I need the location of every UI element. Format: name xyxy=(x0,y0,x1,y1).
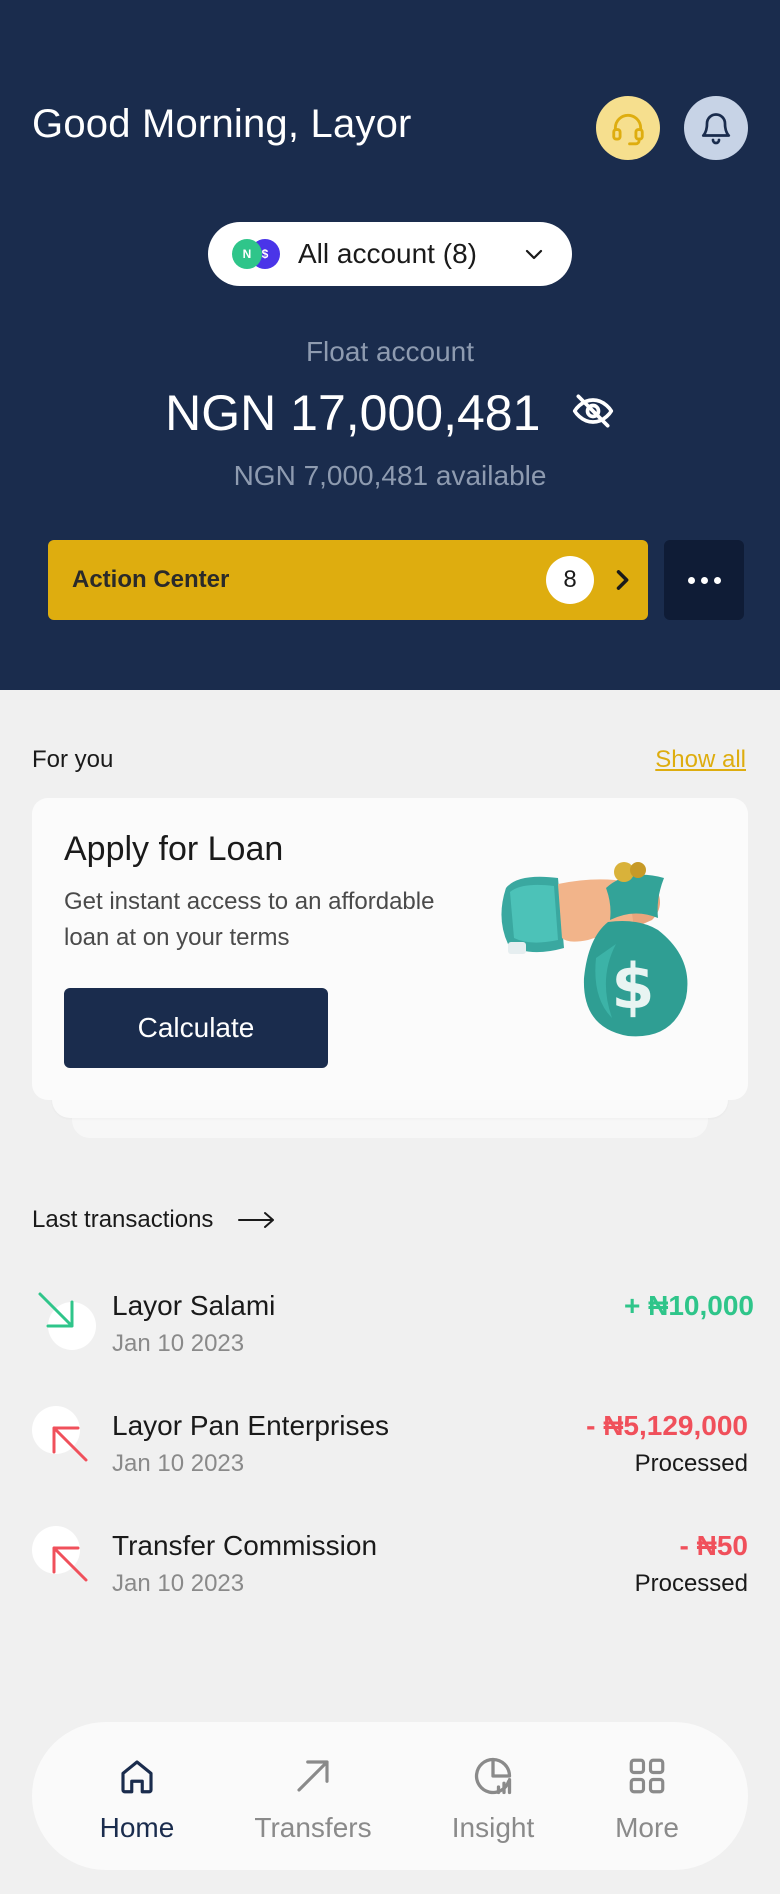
action-center-count: 8 xyxy=(546,556,594,604)
nav-home[interactable]: Home xyxy=(62,1722,212,1870)
bell-icon xyxy=(701,113,731,145)
transaction-name: Layor Pan Enterprises xyxy=(112,1410,390,1441)
account-selector[interactable]: N $ All account (8) xyxy=(208,222,572,286)
balance-amount: NGN 17,000,481 xyxy=(165,385,541,441)
transaction-amount: + ₦10,000 xyxy=(624,1290,754,1321)
incoming-arrow-icon xyxy=(32,1286,96,1350)
greeting: Good Morning, Layor xyxy=(32,102,412,146)
transaction-row[interactable]: Layor Salami Jan 10 2023 + ₦10,000 xyxy=(0,1286,780,1376)
transaction-status: Processed xyxy=(634,1450,748,1477)
more-options-button[interactable] xyxy=(664,540,744,620)
chevron-down-icon xyxy=(525,249,543,260)
nav-more[interactable]: More xyxy=(572,1722,722,1870)
svg-text:$: $ xyxy=(611,950,654,1023)
transaction-date: Jan 10 2023 xyxy=(112,1570,245,1597)
last-transactions-title: Last transactions xyxy=(32,1206,214,1233)
loan-card-title: Apply for Loan xyxy=(64,830,284,868)
loan-card[interactable]: Apply for Loan Get instant access to an … xyxy=(32,798,748,1100)
transaction-name: Layor Salami xyxy=(112,1290,276,1321)
loan-card-description: Get instant access to an affordable loan… xyxy=(64,888,435,951)
outgoing-arrow-icon xyxy=(32,1406,96,1470)
nav-transfers-label: Transfers xyxy=(254,1812,372,1843)
naira-flag-icon: N xyxy=(232,239,262,269)
balance-row: NGN 17,000,481 xyxy=(0,384,780,442)
nav-more-label: More xyxy=(615,1812,679,1843)
nav-transfers[interactable]: Transfers xyxy=(238,1722,388,1870)
support-button[interactable] xyxy=(596,96,660,160)
header: Good Morning, Layor N $ All account (8) … xyxy=(0,0,780,690)
headset-icon xyxy=(612,113,644,146)
more-dots-icon xyxy=(687,576,695,584)
transaction-row[interactable]: Transfer Commission Jan 10 2023 - ₦50 Pr… xyxy=(0,1526,780,1616)
available-balance: NGN 7,000,481 available xyxy=(233,460,547,491)
home-icon xyxy=(116,1754,158,1798)
outgoing-arrow-icon xyxy=(32,1526,96,1590)
transaction-row[interactable]: Layor Pan Enterprises Jan 10 2023 - ₦5,1… xyxy=(0,1406,780,1496)
balance-label: Float account xyxy=(305,336,475,367)
pie-chart-icon xyxy=(471,1754,515,1798)
transaction-date: Jan 10 2023 xyxy=(112,1330,245,1357)
transaction-name: Transfer Commission xyxy=(112,1530,378,1561)
bottom-navigation: Home Transfers Insight More xyxy=(32,1722,748,1870)
for-you-title: For you xyxy=(32,746,114,773)
money-bag-illustration: $ xyxy=(501,862,688,1037)
transaction-status: Processed xyxy=(634,1570,748,1597)
nav-home-label: Home xyxy=(99,1812,175,1843)
arrow-right-icon xyxy=(238,1212,275,1228)
hide-balance-button[interactable] xyxy=(571,389,615,438)
transaction-date: Jan 10 2023 xyxy=(112,1450,245,1477)
transfer-arrow-icon xyxy=(292,1754,334,1798)
more-dot xyxy=(713,576,721,584)
calculate-button[interactable]: Calculate xyxy=(64,988,328,1068)
more-dot xyxy=(700,576,708,584)
last-transactions-header[interactable]: Last transactions xyxy=(32,1206,277,1234)
nav-insight[interactable]: Insight xyxy=(418,1722,568,1870)
nav-insight-label: Insight xyxy=(451,1812,535,1843)
currency-flags: N $ xyxy=(232,237,284,271)
transaction-amount: - ₦50 xyxy=(679,1530,748,1561)
action-center-label: Action Center xyxy=(72,566,230,593)
chevron-right-icon xyxy=(616,570,629,590)
transaction-amount: - ₦5,129,000 xyxy=(586,1410,748,1441)
account-selector-label: All account (8) xyxy=(298,238,477,269)
eye-off-icon xyxy=(572,394,614,427)
show-all-link[interactable]: Show all xyxy=(655,746,746,774)
notification-button[interactable] xyxy=(684,96,748,160)
action-center-button[interactable]: Action Center 8 xyxy=(48,540,648,620)
grid-icon xyxy=(626,1754,668,1798)
